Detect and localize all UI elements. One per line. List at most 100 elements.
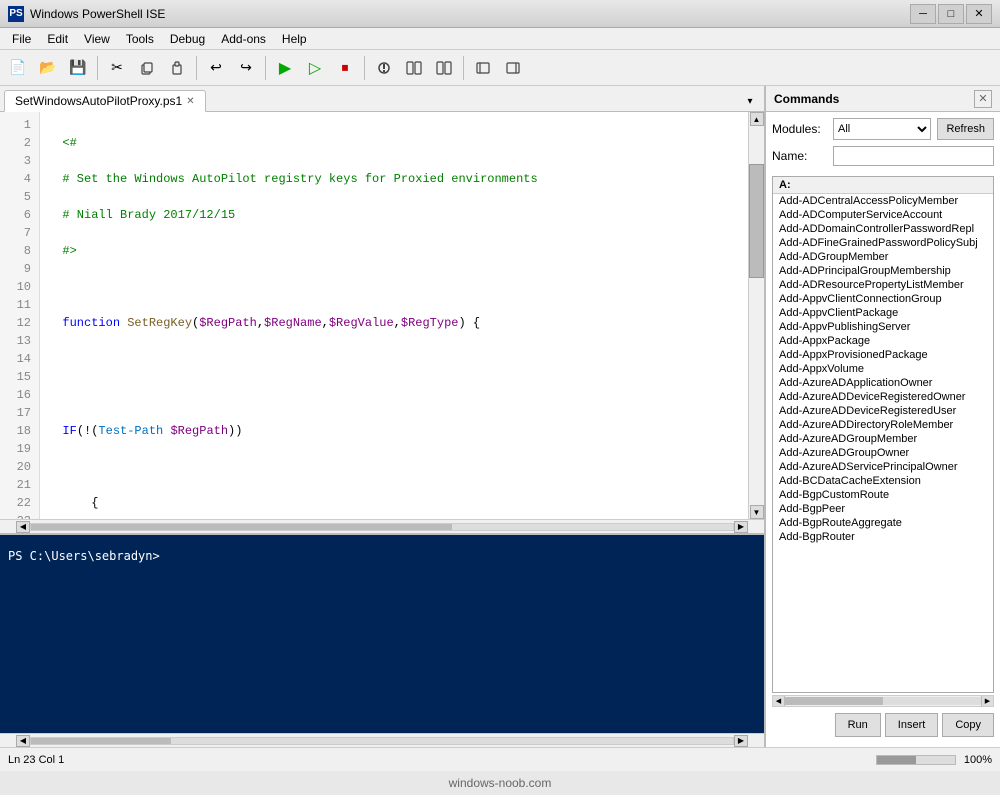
list-item[interactable]: Add-AppxProvisionedPackage bbox=[773, 348, 993, 362]
toolbar-btn-4[interactable] bbox=[469, 54, 497, 82]
list-hscroll-thumb[interactable] bbox=[785, 697, 883, 705]
editor-content-wrapper: 1 2 3 4 5 6 7 8 9 10 11 12 13 14 bbox=[0, 112, 764, 747]
toolbar-btn-1[interactable] bbox=[370, 54, 398, 82]
commands-header-controls: ✕ bbox=[974, 90, 992, 108]
menu-tools[interactable]: Tools bbox=[118, 30, 162, 48]
code-area: 1 2 3 4 5 6 7 8 9 10 11 12 13 14 bbox=[0, 112, 764, 519]
list-item[interactable]: Add-AzureADServicePrincipalOwner bbox=[773, 460, 993, 474]
open-button[interactable]: 📂 bbox=[34, 54, 62, 82]
scroll-up-arrow[interactable]: ▲ bbox=[750, 112, 764, 126]
list-item[interactable]: Add-AzureADGroupMember bbox=[773, 432, 993, 446]
redo-button[interactable]: ↪ bbox=[232, 54, 260, 82]
copy-cmd-button[interactable]: Copy bbox=[942, 713, 994, 737]
watermark-text: windows-noob.com bbox=[449, 776, 552, 790]
insert-cmd-button[interactable]: Insert bbox=[885, 713, 939, 737]
list-hscroll-track[interactable] bbox=[785, 697, 981, 705]
tab-label: SetWindowsAutoPilotProxy.ps1 bbox=[15, 94, 182, 108]
list-scroll-left[interactable]: ◀ bbox=[773, 696, 785, 706]
modules-select[interactable]: All ActiveDirectory AppLocker bbox=[833, 118, 931, 140]
tab-close-button[interactable]: ✕ bbox=[186, 96, 194, 107]
list-item[interactable]: Add-ADComputerServiceAccount bbox=[773, 208, 993, 222]
list-item[interactable]: Add-AzureADApplicationOwner bbox=[773, 376, 993, 390]
undo-button[interactable]: ↩ bbox=[202, 54, 230, 82]
list-item[interactable]: Add-AppxVolume bbox=[773, 362, 993, 376]
stop-button[interactable]: ⏹ bbox=[331, 54, 359, 82]
tab-scroll-right[interactable]: ▾ bbox=[740, 91, 760, 111]
save-button[interactable]: 💾 bbox=[64, 54, 92, 82]
menu-debug[interactable]: Debug bbox=[162, 30, 213, 48]
list-item[interactable]: Add-ADGroupMember bbox=[773, 250, 993, 264]
scroll-right-arrow[interactable]: ▶ bbox=[734, 521, 748, 533]
toolbar: 📄 📂 💾 ✂ ↩ ↪ ▶ ▷ ⏹ bbox=[0, 50, 1000, 86]
app-icon: PS bbox=[8, 6, 24, 22]
list-item[interactable]: Add-ADPrincipalGroupMembership bbox=[773, 264, 993, 278]
minimize-button[interactable]: ─ bbox=[910, 4, 936, 24]
close-button[interactable]: ✕ bbox=[966, 4, 992, 24]
run-button[interactable]: ▶ bbox=[271, 54, 299, 82]
list-item[interactable]: Add-BgpPeer bbox=[773, 502, 993, 516]
run-cmd-button[interactable]: Run bbox=[835, 713, 881, 737]
scroll-track[interactable] bbox=[749, 126, 764, 505]
list-scroll-right[interactable]: ▶ bbox=[981, 696, 993, 706]
paste-button[interactable] bbox=[163, 54, 191, 82]
list-item[interactable]: Add-ADResourcePropertyListMember bbox=[773, 278, 993, 292]
scroll-left-arrow[interactable]: ◀ bbox=[16, 521, 30, 533]
run-selection-button[interactable]: ▷ bbox=[301, 54, 329, 82]
code-scroll[interactable]: 1 2 3 4 5 6 7 8 9 10 11 12 13 14 bbox=[0, 112, 748, 519]
line-num: 20 bbox=[4, 458, 31, 476]
window-title: Windows PowerShell ISE bbox=[30, 7, 910, 21]
toolbar-btn-2[interactable] bbox=[400, 54, 428, 82]
line-num: 21 bbox=[4, 476, 31, 494]
toolbar-btn-5[interactable] bbox=[499, 54, 527, 82]
scroll-thumb[interactable] bbox=[749, 164, 764, 278]
refresh-button[interactable]: Refresh bbox=[937, 118, 994, 140]
list-hscroll[interactable]: ◀ ▶ bbox=[772, 695, 994, 707]
name-input[interactable] bbox=[833, 146, 994, 166]
list-item[interactable]: Add-ADFineGrainedPasswordPolicySubj bbox=[773, 236, 993, 250]
commands-close-button[interactable]: ✕ bbox=[974, 90, 992, 108]
list-item[interactable]: Add-BgpCustomRoute bbox=[773, 488, 993, 502]
copy-button[interactable] bbox=[133, 54, 161, 82]
console-hscroll-track[interactable] bbox=[30, 737, 734, 745]
editor-tab[interactable]: SetWindowsAutoPilotProxy.ps1 ✕ bbox=[4, 90, 206, 112]
list-item[interactable]: Add-BgpRouter bbox=[773, 530, 993, 544]
cut-button[interactable]: ✂ bbox=[103, 54, 131, 82]
name-row: Name: bbox=[772, 146, 994, 166]
hscroll-track[interactable] bbox=[30, 523, 734, 531]
list-item[interactable]: Add-AzureADDeviceRegisteredUser bbox=[773, 404, 993, 418]
list-item[interactable]: Add-AppvClientConnectionGroup bbox=[773, 292, 993, 306]
menu-view[interactable]: View bbox=[76, 30, 118, 48]
list-item[interactable]: Add-BgpRouteAggregate bbox=[773, 516, 993, 530]
toolbar-btn-3[interactable] bbox=[430, 54, 458, 82]
console-horizontal-scrollbar[interactable]: ◀ ▶ bbox=[0, 733, 764, 747]
console-hscroll-thumb[interactable] bbox=[31, 738, 171, 744]
hscroll-thumb[interactable] bbox=[31, 524, 452, 530]
list-item[interactable]: Add-AppxPackage bbox=[773, 334, 993, 348]
horizontal-scrollbar[interactable]: ◀ ▶ bbox=[0, 519, 764, 533]
vertical-scrollbar[interactable]: ▲ ▼ bbox=[748, 112, 764, 519]
maximize-button[interactable]: □ bbox=[938, 4, 964, 24]
list-item[interactable]: Add-AzureADGroupOwner bbox=[773, 446, 993, 460]
list-item[interactable]: Add-ADCentralAccessPolicyMember bbox=[773, 194, 993, 208]
status-bar: Ln 23 Col 1 100% bbox=[0, 747, 1000, 771]
code-content[interactable]: <# # Set the Windows AutoPilot registry … bbox=[40, 112, 748, 519]
console-scroll-left[interactable]: ◀ bbox=[16, 735, 30, 747]
list-item[interactable]: Add-AppvPublishingServer bbox=[773, 320, 993, 334]
console-scroll-right[interactable]: ▶ bbox=[734, 735, 748, 747]
new-button[interactable]: 📄 bbox=[4, 54, 32, 82]
scroll-down-arrow[interactable]: ▼ bbox=[750, 505, 764, 519]
menu-file[interactable]: File bbox=[4, 30, 39, 48]
menu-help[interactable]: Help bbox=[274, 30, 315, 48]
list-item[interactable]: Add-AppvClientPackage bbox=[773, 306, 993, 320]
command-list[interactable]: A: Add-ADCentralAccessPolicyMember Add-A… bbox=[772, 176, 994, 693]
list-item[interactable]: Add-ADDomainControllerPasswordRepl bbox=[773, 222, 993, 236]
zoom-level: 100% bbox=[964, 754, 992, 766]
action-buttons: Run Insert Copy bbox=[772, 707, 994, 741]
line-num: 2 bbox=[4, 134, 31, 152]
menu-addons[interactable]: Add-ons bbox=[213, 30, 274, 48]
menu-edit[interactable]: Edit bbox=[39, 30, 76, 48]
list-item[interactable]: Add-BCDataCacheExtension bbox=[773, 474, 993, 488]
list-item[interactable]: Add-AzureADDeviceRegisteredOwner bbox=[773, 390, 993, 404]
console-area[interactable]: PS C:\Users\sebradyn> bbox=[0, 533, 764, 733]
list-item[interactable]: Add-AzureADDirectoryRoleMember bbox=[773, 418, 993, 432]
